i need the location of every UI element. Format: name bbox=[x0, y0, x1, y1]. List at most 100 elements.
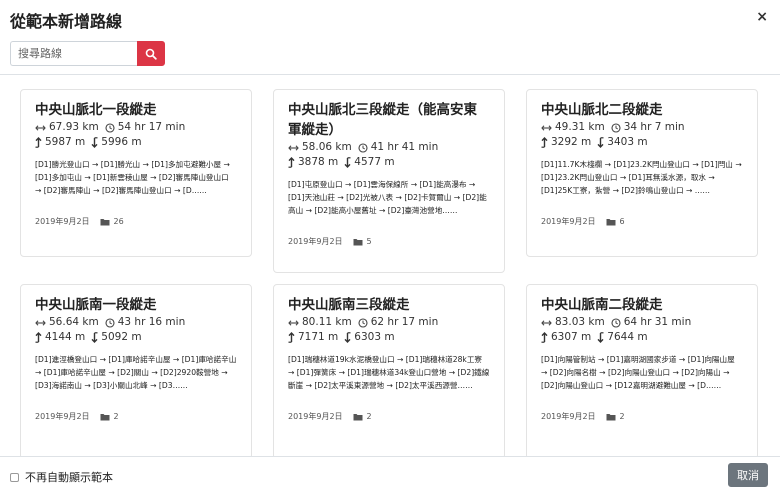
dont-show-again-label: 不再自動顯示範本 bbox=[25, 471, 113, 484]
waypoint-count: 2 bbox=[353, 412, 372, 421]
route-stats: 80.11 km 62 hr 17 min 7171 m 6303 m bbox=[288, 315, 490, 345]
waypoint-count-value: 26 bbox=[113, 217, 124, 226]
search-button[interactable] bbox=[137, 41, 165, 66]
distance-stat: 67.93 km bbox=[35, 120, 99, 135]
route-description: [D1]勝光登山口 → [D1]勝光山 → [D1]多加屯避難小屋 → [D1]… bbox=[35, 160, 230, 195]
route-title: 中央山脈南三段縱走 bbox=[288, 297, 410, 313]
search-bar bbox=[10, 41, 165, 66]
clock-icon bbox=[105, 122, 115, 133]
close-button[interactable]: × bbox=[756, 9, 768, 25]
route-date: 2019年9月2日 bbox=[288, 237, 343, 246]
route-description: [D1]11.7K木棧欄 → [D1]23.2K閂山登山口 → [D1]閂山 →… bbox=[541, 160, 742, 195]
time-stat: 34 hr 7 min bbox=[611, 120, 685, 135]
ascent-arrow-icon bbox=[541, 332, 548, 343]
route-description: [D1]瑞穗林道19k水泥橋登山口 → [D1]瑞穗林道28k工寮 → [D1]… bbox=[288, 355, 490, 390]
route-description: [D1]屯原登山口 → [D1]雲海保線所 → [D1]能高瀑布 → [D1]天… bbox=[288, 180, 487, 215]
route-template-card[interactable]: 中央山脈南二段縱走 83.03 km 64 hr 31 min 6307 m 7644 … bbox=[526, 284, 758, 456]
clock-icon bbox=[611, 122, 621, 133]
arrows-horizontal-icon bbox=[35, 319, 46, 326]
distance-stat: 80.11 km bbox=[288, 315, 352, 330]
time-stat: 64 hr 31 min bbox=[611, 315, 692, 330]
descent-stat: 5092 m bbox=[91, 330, 142, 345]
route-date: 2019年9月2日 bbox=[541, 412, 596, 421]
time-value: 34 hr 7 min bbox=[623, 121, 685, 133]
distance-stat: 83.03 km bbox=[541, 315, 605, 330]
template-card-grid: 中央山脈北一段縱走 67.93 km 54 hr 17 min 5987 m 5996 … bbox=[0, 75, 780, 456]
arrows-horizontal-icon bbox=[288, 319, 299, 326]
ascent-stat: 6307 m bbox=[541, 330, 591, 345]
distance-value: 49.31 km bbox=[555, 121, 605, 133]
clock-icon bbox=[105, 317, 115, 328]
folder-icon bbox=[100, 218, 110, 225]
waypoint-count: 26 bbox=[100, 217, 124, 226]
ascent-value: 3878 m bbox=[298, 156, 339, 168]
dont-show-again-checkbox[interactable] bbox=[10, 472, 19, 482]
ascent-arrow-icon bbox=[35, 137, 42, 148]
descent-arrow-icon bbox=[597, 332, 604, 343]
route-meta: 2019年9月2日 5 bbox=[288, 236, 490, 247]
ascent-stat: 4144 m bbox=[35, 330, 85, 345]
search-input[interactable] bbox=[10, 41, 137, 66]
waypoint-count-value: 2 bbox=[619, 412, 625, 421]
route-template-card[interactable]: 中央山脈南三段縱走 80.11 km 62 hr 17 min 7171 m 6303 … bbox=[273, 284, 505, 456]
descent-arrow-icon bbox=[91, 332, 98, 343]
search-icon bbox=[145, 48, 157, 60]
time-value: 64 hr 31 min bbox=[623, 316, 692, 328]
ascent-arrow-icon bbox=[35, 332, 42, 343]
descent-value: 6303 m bbox=[354, 331, 395, 343]
descent-stat: 5996 m bbox=[91, 135, 142, 150]
route-stats: 56.64 km 43 hr 16 min 4144 m 5092 m bbox=[35, 315, 237, 345]
folder-icon bbox=[606, 413, 616, 420]
distance-value: 58.06 km bbox=[302, 141, 352, 153]
waypoint-count-value: 6 bbox=[619, 217, 625, 226]
route-title: 中央山脈北二段縱走 bbox=[541, 102, 663, 118]
waypoint-count: 2 bbox=[606, 412, 625, 421]
clock-icon bbox=[611, 317, 621, 328]
cancel-button[interactable]: 取消 bbox=[728, 463, 768, 487]
ascent-arrow-icon bbox=[288, 157, 295, 168]
route-meta: 2019年9月2日 2 bbox=[288, 411, 490, 422]
time-value: 41 hr 41 min bbox=[370, 141, 439, 153]
descent-stat: 6303 m bbox=[344, 330, 395, 345]
arrows-horizontal-icon bbox=[288, 144, 299, 151]
time-value: 54 hr 17 min bbox=[117, 121, 186, 133]
ascent-value: 6307 m bbox=[551, 331, 592, 343]
route-template-card[interactable]: 中央山脈北三段縱走（能高安東軍縱走） 58.06 km 41 hr 41 min 38… bbox=[273, 89, 505, 273]
descent-stat: 7644 m bbox=[597, 330, 648, 345]
route-meta: 2019年9月2日 2 bbox=[35, 411, 237, 422]
descent-value: 4577 m bbox=[354, 156, 395, 168]
distance-value: 56.64 km bbox=[49, 316, 99, 328]
route-description: [D1]進涇橋登山口 → [D1]庫哈諾辛山屋 → [D1]庫哈諾辛山 → [D… bbox=[35, 355, 237, 390]
route-template-card[interactable]: 中央山脈北二段縱走 49.31 km 34 hr 7 min 3292 m 3403 m… bbox=[526, 89, 758, 257]
descent-arrow-icon bbox=[91, 137, 98, 148]
ascent-value: 5987 m bbox=[45, 136, 86, 148]
ascent-arrow-icon bbox=[288, 332, 295, 343]
dont-show-again-option[interactable]: 不再自動顯示範本 bbox=[10, 469, 113, 485]
ascent-stat: 3878 m bbox=[288, 155, 338, 170]
ascent-value: 3292 m bbox=[551, 136, 592, 148]
route-template-card[interactable]: 中央山脈北一段縱走 67.93 km 54 hr 17 min 5987 m 5996 … bbox=[20, 89, 252, 257]
folder-icon bbox=[606, 218, 616, 225]
distance-stat: 58.06 km bbox=[288, 140, 352, 155]
route-template-card[interactable]: 中央山脈南一段縱走 56.64 km 43 hr 16 min 4144 m 5092 … bbox=[20, 284, 252, 456]
route-meta: 2019年9月2日 26 bbox=[35, 216, 237, 227]
waypoint-count-value: 2 bbox=[113, 412, 119, 421]
descent-arrow-icon bbox=[344, 157, 351, 168]
arrows-horizontal-icon bbox=[541, 319, 552, 326]
folder-icon bbox=[353, 413, 363, 420]
route-date: 2019年9月2日 bbox=[541, 217, 596, 226]
time-stat: 54 hr 17 min bbox=[105, 120, 186, 135]
ascent-stat: 3292 m bbox=[541, 135, 591, 150]
ascent-value: 4144 m bbox=[45, 331, 86, 343]
descent-value: 5092 m bbox=[101, 331, 142, 343]
time-stat: 43 hr 16 min bbox=[105, 315, 186, 330]
route-title: 中央山脈南二段縱走 bbox=[541, 297, 663, 313]
waypoint-count-value: 2 bbox=[366, 412, 372, 421]
route-title: 中央山脈南一段縱走 bbox=[35, 297, 157, 313]
modal-title: 從範本新增路線 bbox=[10, 12, 123, 31]
distance-value: 80.11 km bbox=[302, 316, 352, 328]
descent-value: 3403 m bbox=[607, 136, 648, 148]
time-value: 43 hr 16 min bbox=[117, 316, 186, 328]
distance-value: 83.03 km bbox=[555, 316, 605, 328]
route-stats: 58.06 km 41 hr 41 min 3878 m 4577 m bbox=[288, 140, 490, 170]
